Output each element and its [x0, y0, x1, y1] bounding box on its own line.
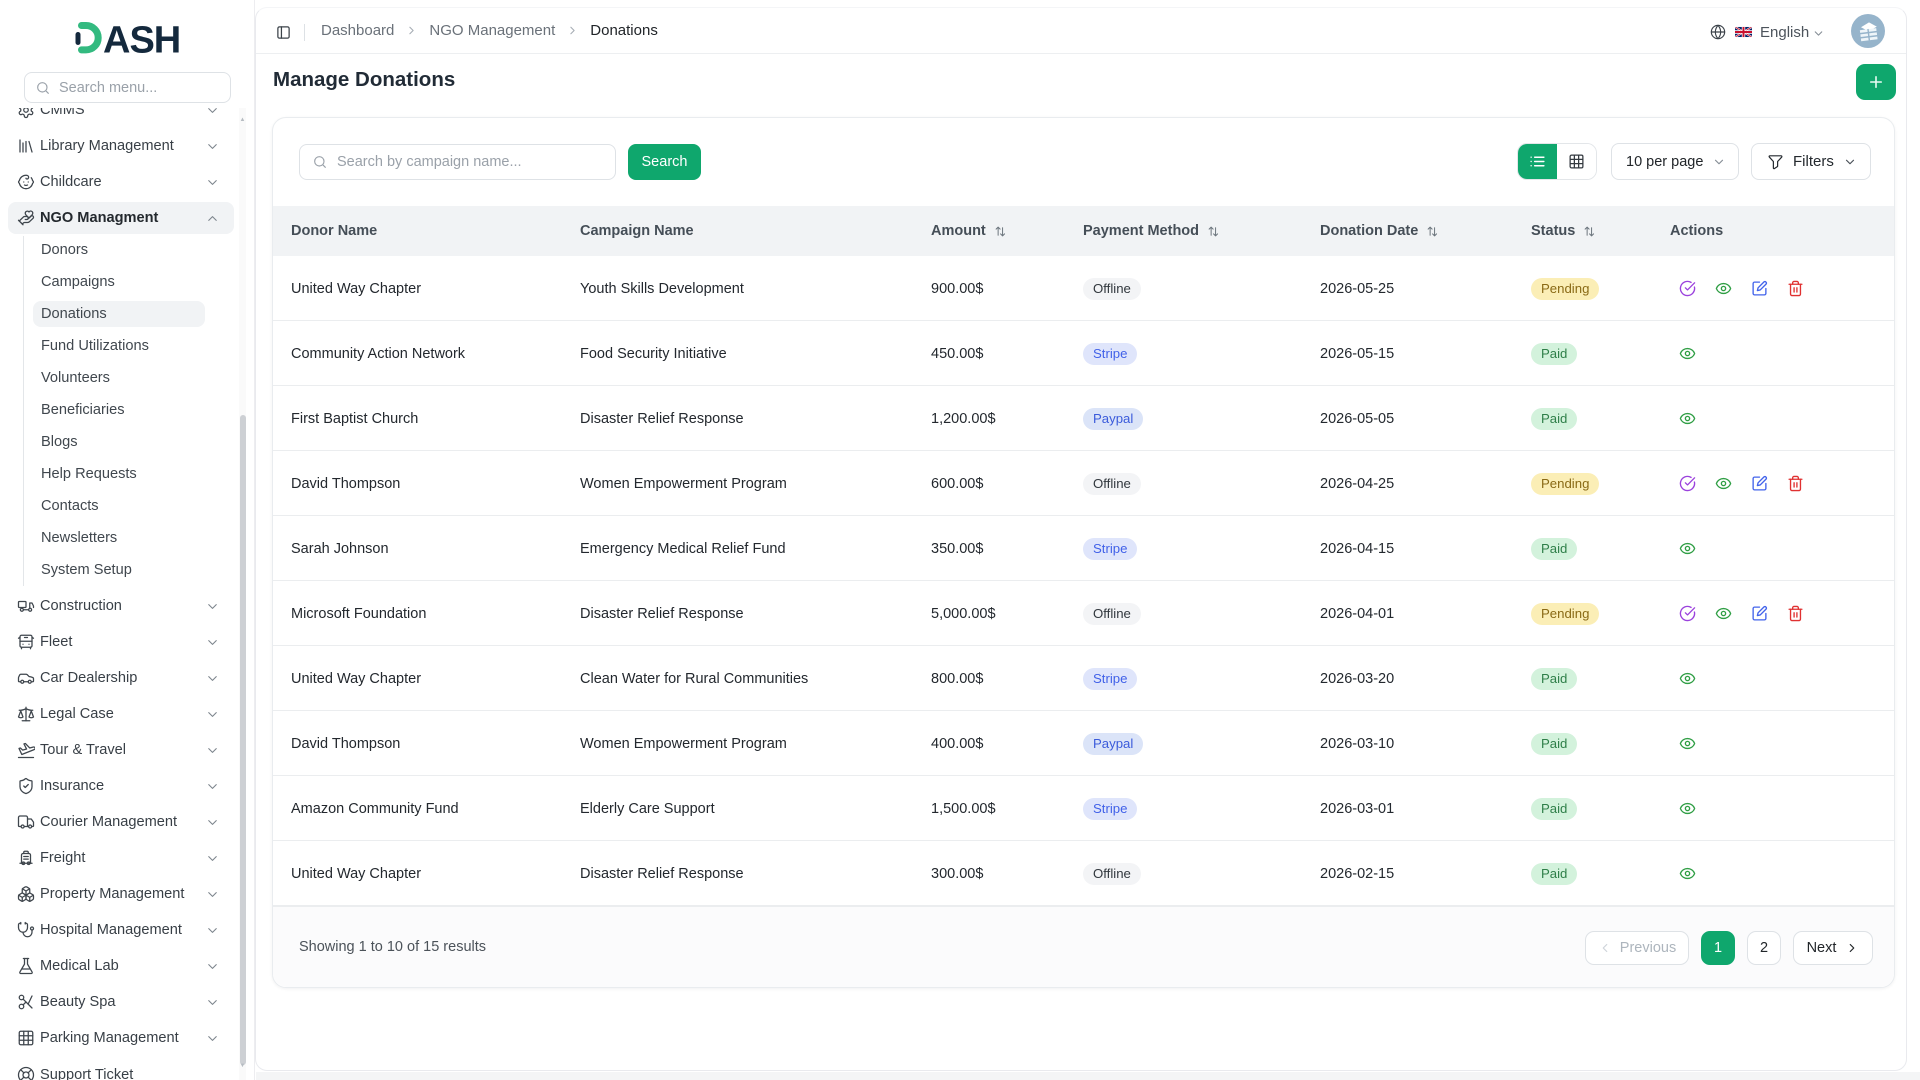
svg-text:ASH: ASH: [103, 20, 180, 59]
